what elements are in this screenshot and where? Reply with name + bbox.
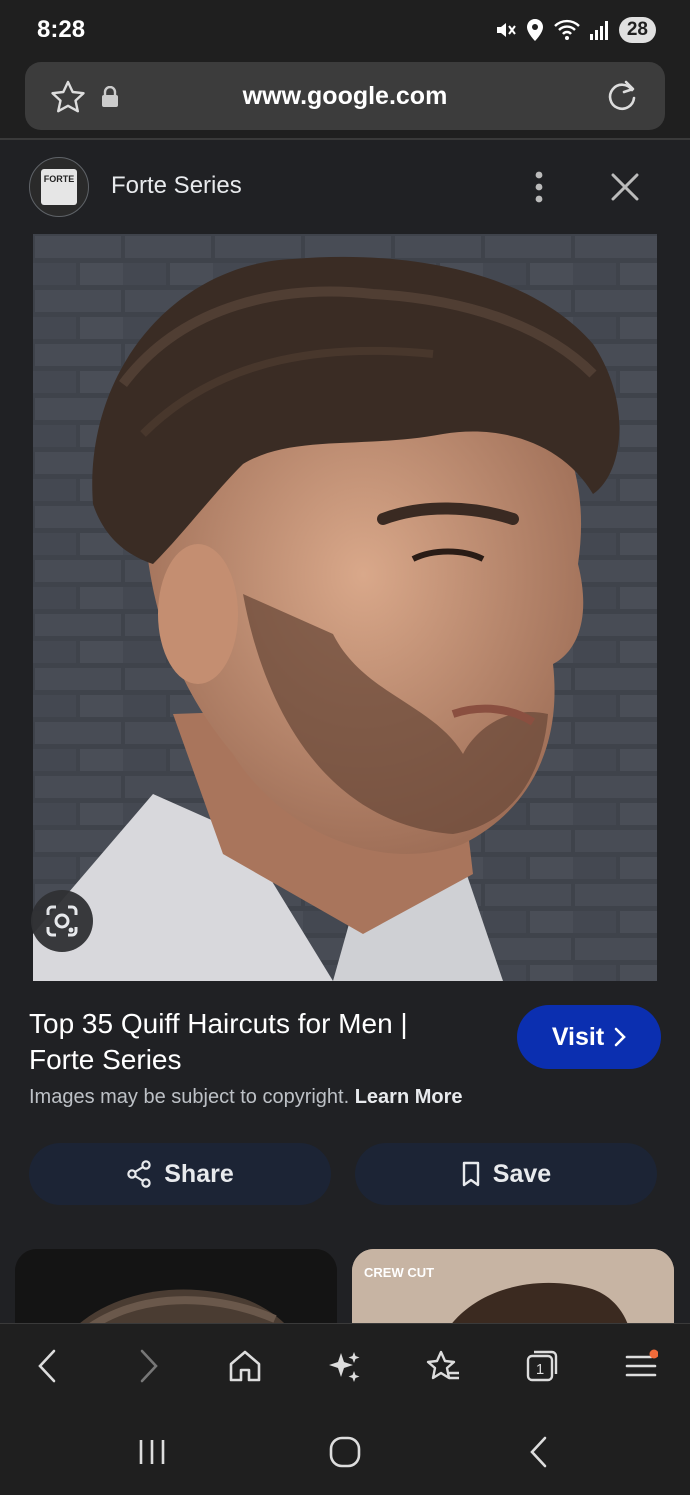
location-icon (526, 19, 543, 41)
more-options-icon[interactable] (527, 170, 551, 204)
site-logo-text: FORTE (43, 174, 75, 184)
visual-search-button[interactable] (31, 890, 93, 952)
reload-icon[interactable] (605, 78, 639, 114)
battery-indicator: 28 (618, 17, 656, 43)
share-label: Share (164, 1159, 234, 1188)
visit-button[interactable]: Visit (517, 1005, 661, 1069)
ai-sparkle-icon (329, 1352, 360, 1382)
status-icons: 28 (493, 17, 656, 43)
home-button[interactable] (220, 1343, 270, 1389)
site-logo[interactable]: FORTE (29, 157, 89, 217)
back-button[interactable] (22, 1343, 72, 1389)
share-button[interactable]: Share (29, 1143, 331, 1205)
tabs-button[interactable]: 1 (517, 1343, 567, 1389)
bookmarks-button[interactable] (418, 1343, 468, 1389)
divider (0, 138, 690, 140)
back-arrow-icon (530, 1436, 547, 1468)
back-icon (38, 1349, 56, 1383)
lens-icon (46, 905, 78, 937)
menu-icon (625, 1349, 658, 1377)
status-time: 8:28 (37, 16, 86, 43)
ai-assistant-button[interactable] (319, 1343, 369, 1389)
result-title[interactable]: Top 35 Quiff Haircuts for Men | Forte Se… (29, 1006, 469, 1078)
copyright-notice: Images may be subject to copyright. Lear… (29, 1086, 463, 1109)
recent-apps-icon (139, 1440, 165, 1464)
site-name[interactable]: Forte Series (111, 172, 242, 200)
home-icon (229, 1350, 261, 1382)
close-icon[interactable] (609, 171, 641, 203)
save-label: Save (492, 1159, 552, 1188)
bookmarks-icon (426, 1350, 459, 1380)
forward-icon (140, 1349, 158, 1383)
visit-label: Visit (551, 1022, 605, 1051)
learn-more-link[interactable]: Learn More (355, 1086, 463, 1108)
chevron-right-icon (614, 1027, 627, 1047)
share-icon (127, 1160, 151, 1188)
tabs-icon: 1 (526, 1350, 558, 1382)
tabs-count: 1 (536, 1361, 544, 1378)
save-button[interactable]: Save (355, 1143, 657, 1205)
url-text[interactable]: www.google.com (25, 82, 665, 111)
related-label: CREW CUT (364, 1265, 435, 1280)
portrait-image (33, 234, 657, 981)
recent-apps-button[interactable] (122, 1428, 182, 1476)
url-bar[interactable]: www.google.com (25, 62, 665, 130)
back-nav-button[interactable] (508, 1428, 568, 1476)
copyright-text: Images may be subject to copyright. (29, 1086, 350, 1108)
home-nav-button[interactable] (315, 1428, 375, 1476)
result-image[interactable] (33, 234, 657, 981)
bookmark-icon (462, 1161, 479, 1187)
signal-icon (589, 21, 608, 40)
mute-icon (496, 23, 516, 37)
site-logo-image: FORTE (41, 169, 77, 205)
wifi-icon (554, 19, 580, 40)
home-circle-icon (329, 1436, 361, 1468)
menu-button[interactable] (616, 1343, 666, 1389)
forward-button[interactable] (124, 1343, 174, 1389)
